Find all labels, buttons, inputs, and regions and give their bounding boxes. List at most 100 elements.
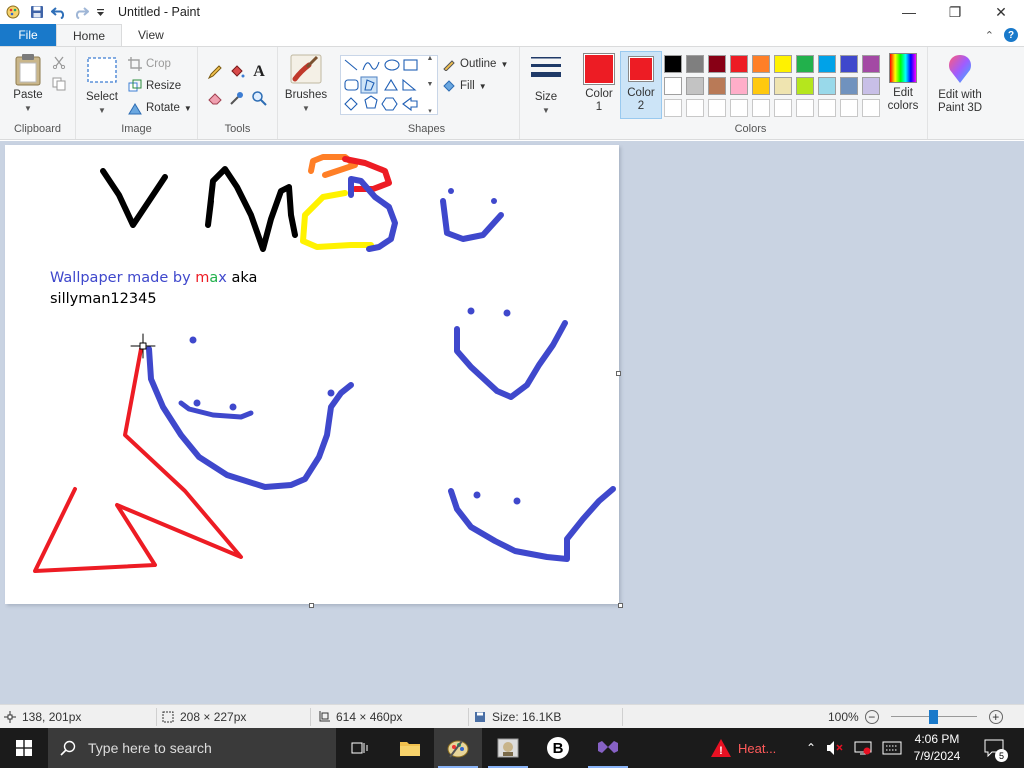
- keyboard-icon[interactable]: [882, 741, 902, 755]
- zoom-in-button[interactable]: +: [988, 710, 1003, 724]
- palette-color-swatch[interactable]: [708, 77, 726, 95]
- custom-color-slot[interactable]: [730, 99, 748, 117]
- palette-color-swatch[interactable]: [818, 77, 836, 95]
- save-icon[interactable]: [26, 1, 48, 23]
- fill-button[interactable]: Fill ▼: [442, 75, 508, 97]
- paint-app-icon[interactable]: [0, 1, 26, 23]
- minimize-button[interactable]: —: [886, 0, 932, 24]
- taskbar-b-app[interactable]: B: [534, 728, 582, 768]
- custom-color-slot[interactable]: [708, 99, 726, 117]
- palette-color-swatch[interactable]: [708, 55, 726, 73]
- custom-color-slot[interactable]: [686, 99, 704, 117]
- drawing-canvas[interactable]: Wallpaper made by max aka sillyman12345: [5, 145, 619, 604]
- redo-icon[interactable]: [70, 1, 92, 23]
- rotate-button[interactable]: Rotate ▼: [128, 97, 192, 119]
- tab-view[interactable]: View: [122, 24, 180, 46]
- collapse-ribbon-icon[interactable]: ⌃: [985, 29, 994, 42]
- palette-color-swatch[interactable]: [664, 77, 682, 95]
- cut-icon[interactable]: [52, 55, 66, 72]
- custom-color-slot[interactable]: [840, 99, 858, 117]
- color-picker-icon[interactable]: [226, 87, 248, 109]
- notification-center[interactable]: 5: [980, 728, 1008, 768]
- palette-color-swatch[interactable]: [664, 55, 682, 73]
- canvas-resize-handle-right[interactable]: [616, 371, 621, 376]
- copy-icon[interactable]: [52, 77, 66, 94]
- edit-with-paint3d-button[interactable]: Edit with Paint 3D: [932, 53, 988, 115]
- palette-color-swatch[interactable]: [862, 77, 880, 95]
- taskbar-visual-studio[interactable]: [584, 728, 632, 768]
- crop-button[interactable]: Crop: [128, 53, 192, 75]
- magnifier-icon[interactable]: [248, 87, 270, 109]
- palette-color-swatch[interactable]: [752, 55, 770, 73]
- canvas-resize-handle-corner[interactable]: [618, 603, 623, 608]
- network-icon[interactable]: [854, 740, 872, 756]
- custom-color-slot[interactable]: [818, 99, 836, 117]
- save-size-icon: [475, 712, 485, 722]
- zoom-controls: 100% − +: [828, 705, 1003, 729]
- palette-color-swatch[interactable]: [796, 77, 814, 95]
- color1-button[interactable]: Color 1: [580, 53, 618, 114]
- brush-icon: [290, 54, 322, 84]
- start-button[interactable]: [0, 728, 48, 768]
- taskbar-clock[interactable]: 4:06 PM 7/9/2024: [902, 731, 972, 765]
- shapes-scroll-up-icon[interactable]: ▲: [427, 55, 434, 62]
- customize-quick-access-icon[interactable]: [92, 1, 108, 23]
- outline-button[interactable]: Outline ▼: [442, 53, 508, 75]
- close-button[interactable]: ✕: [978, 0, 1024, 24]
- palette-color-swatch[interactable]: [730, 55, 748, 73]
- custom-color-slot[interactable]: [862, 99, 880, 117]
- palette-color-swatch[interactable]: [818, 55, 836, 73]
- zoom-slider[interactable]: [890, 710, 977, 724]
- edit-colors-button[interactable]: Edit colors: [882, 53, 924, 113]
- custom-color-slot[interactable]: [664, 99, 682, 117]
- eraser-icon[interactable]: [204, 87, 226, 109]
- custom-color-slot[interactable]: [774, 99, 792, 117]
- palette-color-swatch[interactable]: [862, 55, 880, 73]
- canvas-workspace[interactable]: Wallpaper made by max aka sillyman12345: [0, 141, 1024, 704]
- taskbar: Type here to search B ! Heat... ⌃ 4:06 P…: [0, 728, 1024, 768]
- palette-color-swatch[interactable]: [840, 77, 858, 95]
- shapes-scroll-down-icon[interactable]: ▼: [427, 81, 434, 88]
- size-button[interactable]: Size ▼: [526, 55, 566, 117]
- custom-color-slot[interactable]: [752, 99, 770, 117]
- palette-color-swatch[interactable]: [730, 77, 748, 95]
- maximize-button[interactable]: ❐: [932, 0, 978, 24]
- palette-color-swatch[interactable]: [840, 55, 858, 73]
- text-tool-icon[interactable]: A: [248, 61, 270, 83]
- brushes-button[interactable]: Brushes ▼: [284, 53, 328, 115]
- outline-icon: [443, 60, 455, 71]
- task-view-button[interactable]: [336, 728, 384, 768]
- zoom-out-button[interactable]: −: [864, 710, 879, 724]
- fill-icon: [443, 80, 455, 92]
- palette-color-swatch[interactable]: [752, 77, 770, 95]
- help-icon[interactable]: ?: [1004, 28, 1018, 42]
- palette-color-swatch[interactable]: [686, 77, 704, 95]
- undo-icon[interactable]: [48, 1, 70, 23]
- taskbar-paint[interactable]: [434, 728, 482, 768]
- task-view-icon: [351, 742, 368, 754]
- resize-button[interactable]: Resize: [128, 75, 192, 97]
- show-hidden-icons[interactable]: ⌃: [806, 741, 816, 755]
- tab-file[interactable]: File: [0, 24, 56, 46]
- custom-color-slot[interactable]: [796, 99, 814, 117]
- canvas-resize-handle-bottom[interactable]: [309, 603, 314, 608]
- zoom-slider-thumb[interactable]: [929, 710, 939, 724]
- paste-button[interactable]: Paste ▼: [8, 53, 48, 115]
- palette-color-swatch[interactable]: [796, 55, 814, 73]
- palette-color-swatch[interactable]: [774, 55, 792, 73]
- tab-home[interactable]: Home: [56, 24, 123, 46]
- pencil-icon[interactable]: [204, 61, 226, 83]
- palette-color-swatch[interactable]: [774, 77, 792, 95]
- volume-muted-icon[interactable]: [826, 740, 844, 756]
- fill-bucket-icon[interactable]: [226, 61, 248, 83]
- drawing-bottom-eye-left: [473, 491, 481, 499]
- shapes-expand-icon[interactable]: ▾: [428, 107, 432, 115]
- select-button[interactable]: Select ▼: [82, 55, 122, 117]
- color2-button[interactable]: Color 2: [620, 51, 662, 119]
- weather-notification[interactable]: ! Heat...: [710, 728, 776, 768]
- palette-color-swatch[interactable]: [686, 55, 704, 73]
- drawing-black-m: [205, 166, 298, 252]
- taskbar-file-explorer[interactable]: [386, 728, 434, 768]
- taskbar-search[interactable]: Type here to search: [48, 728, 336, 768]
- taskbar-app-image[interactable]: [484, 728, 532, 768]
